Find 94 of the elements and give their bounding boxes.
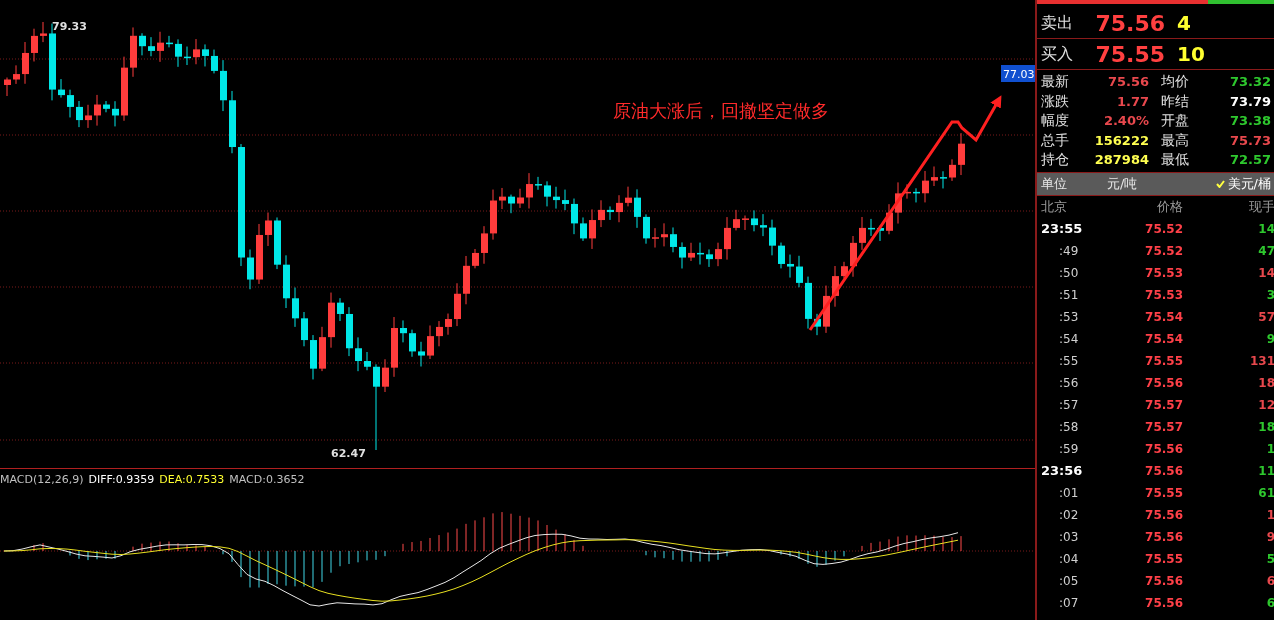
tick-volume: 5 <box>1265 551 1274 566</box>
tick-time: :51 <box>1058 287 1080 302</box>
tick-price: 75.56 <box>1144 463 1183 478</box>
unit-option[interactable]: 元/吨 <box>1103 174 1142 193</box>
tick-volume: 3 <box>1265 287 1274 302</box>
stat-label: 开盘 <box>1160 111 1190 131</box>
tick-time: :55 <box>1058 353 1080 368</box>
tick-volume: 14 <box>1257 265 1274 280</box>
order-price: 75.55 <box>1094 41 1165 67</box>
tick-price: 75.56 <box>1144 573 1183 588</box>
tick-volume: 18 <box>1257 419 1274 434</box>
order-label: 卖出 <box>1040 12 1074 34</box>
low-price-label: 62.47 <box>331 447 366 460</box>
tick-price: 75.55 <box>1144 353 1183 368</box>
stat-label: 涨跌 <box>1041 91 1070 111</box>
tick-time: 23:55 <box>1041 221 1084 237</box>
tick-volume: 14 <box>1257 221 1274 236</box>
tick-volume: 6 <box>1265 573 1274 588</box>
tick-volume: 57 <box>1257 309 1274 324</box>
tick-volume: 12 <box>1257 397 1274 412</box>
tick-time: :59 <box>1058 441 1080 456</box>
stat-label: 幅度 <box>1041 111 1070 131</box>
order-volume: 10 <box>1176 42 1205 66</box>
tick-price: 75.55 <box>1144 551 1183 566</box>
tick-volume: 1 <box>1265 441 1274 456</box>
column-header: 价格 <box>1156 197 1183 216</box>
tick-volume: 18 <box>1257 375 1274 390</box>
tick-price: 75.56 <box>1144 375 1183 390</box>
stat-value: 73.79 <box>1228 92 1272 111</box>
tick-volume: 47 <box>1257 243 1274 258</box>
stat-value: 73.32 <box>1228 73 1272 91</box>
stat-value: 75.56 <box>1106 73 1150 91</box>
stat-label: 昨结 <box>1160 91 1190 111</box>
tick-price: 75.52 <box>1144 243 1183 258</box>
macd-value: MACD:0.3652 <box>229 472 305 486</box>
order-label: 买入 <box>1040 43 1074 65</box>
tick-time: :57 <box>1058 397 1080 412</box>
tick-time: :49 <box>1058 243 1080 258</box>
stat-label: 总手 <box>1041 130 1070 150</box>
tick-price: 75.53 <box>1144 265 1183 280</box>
tick-price: 75.53 <box>1144 287 1183 302</box>
tick-price: 75.56 <box>1144 595 1183 610</box>
tick-volume: 9 <box>1265 331 1274 346</box>
tick-time: :01 <box>1058 485 1080 500</box>
tick-price: 75.52 <box>1144 221 1183 236</box>
tick-time: :53 <box>1058 309 1080 324</box>
tick-time: :54 <box>1058 331 1080 346</box>
tick-volume: 6 <box>1265 595 1274 610</box>
dea-value: DEA:0.7533 <box>159 472 225 486</box>
tick-time: :50 <box>1058 265 1080 280</box>
tick-time: :07 <box>1058 595 1080 610</box>
tick-time: :04 <box>1058 551 1080 566</box>
tick-time: :05 <box>1058 573 1080 588</box>
unit-label: 单位 <box>1041 174 1068 193</box>
column-header: 现手 <box>1248 197 1274 216</box>
stat-label: 均价 <box>1160 72 1190 91</box>
tick-price: 75.57 <box>1144 397 1183 412</box>
tick-time: :02 <box>1058 507 1080 522</box>
tick-time: :56 <box>1058 375 1080 390</box>
tick-price: 75.54 <box>1144 331 1183 346</box>
stat-value: 1.77 <box>1115 92 1150 111</box>
tick-price: 75.55 <box>1144 485 1183 500</box>
tick-price: 75.56 <box>1144 441 1183 456</box>
stat-label: 最新 <box>1041 72 1070 91</box>
tick-time: 23:56 <box>1041 463 1084 479</box>
macd-name: MACD(12,26,9) <box>0 472 84 486</box>
tick-price: 75.56 <box>1144 529 1183 544</box>
stat-value: 2.40% <box>1102 112 1150 131</box>
diff-value: DIFF:0.9359 <box>88 472 155 486</box>
tick-volume: 9 <box>1265 529 1274 544</box>
tick-time: :58 <box>1058 419 1080 434</box>
tick-volume: 131 <box>1248 353 1274 368</box>
column-header: 北京 <box>1041 197 1068 216</box>
tick-price: 75.54 <box>1144 309 1183 324</box>
unit-option[interactable]: 美元/桶 <box>1211 174 1274 193</box>
stat-value: 73.38 <box>1228 112 1272 131</box>
tick-volume: 61 <box>1257 485 1274 500</box>
chart-annotation: 原油大涨后，回撤坚定做多 <box>613 100 829 121</box>
stat-value: 156222 <box>1093 131 1150 150</box>
tick-price: 75.57 <box>1144 419 1183 434</box>
price-tag: 77.03 <box>1001 65 1035 82</box>
tick-price: 75.56 <box>1144 507 1183 522</box>
stat-label: 最低 <box>1160 150 1190 170</box>
stat-label: 最高 <box>1160 130 1190 150</box>
stat-value: 75.73 <box>1228 131 1272 150</box>
tick-volume: 11 <box>1257 463 1274 478</box>
stat-value: 72.57 <box>1228 151 1272 170</box>
tick-volume: 1 <box>1265 507 1274 522</box>
stat-label: 持仓 <box>1041 150 1070 170</box>
tick-time: :03 <box>1058 529 1080 544</box>
high-price-label: 79.33 <box>52 20 87 33</box>
order-volume: 4 <box>1176 11 1191 35</box>
order-price: 75.56 <box>1094 10 1165 36</box>
stat-value: 287984 <box>1093 151 1150 170</box>
